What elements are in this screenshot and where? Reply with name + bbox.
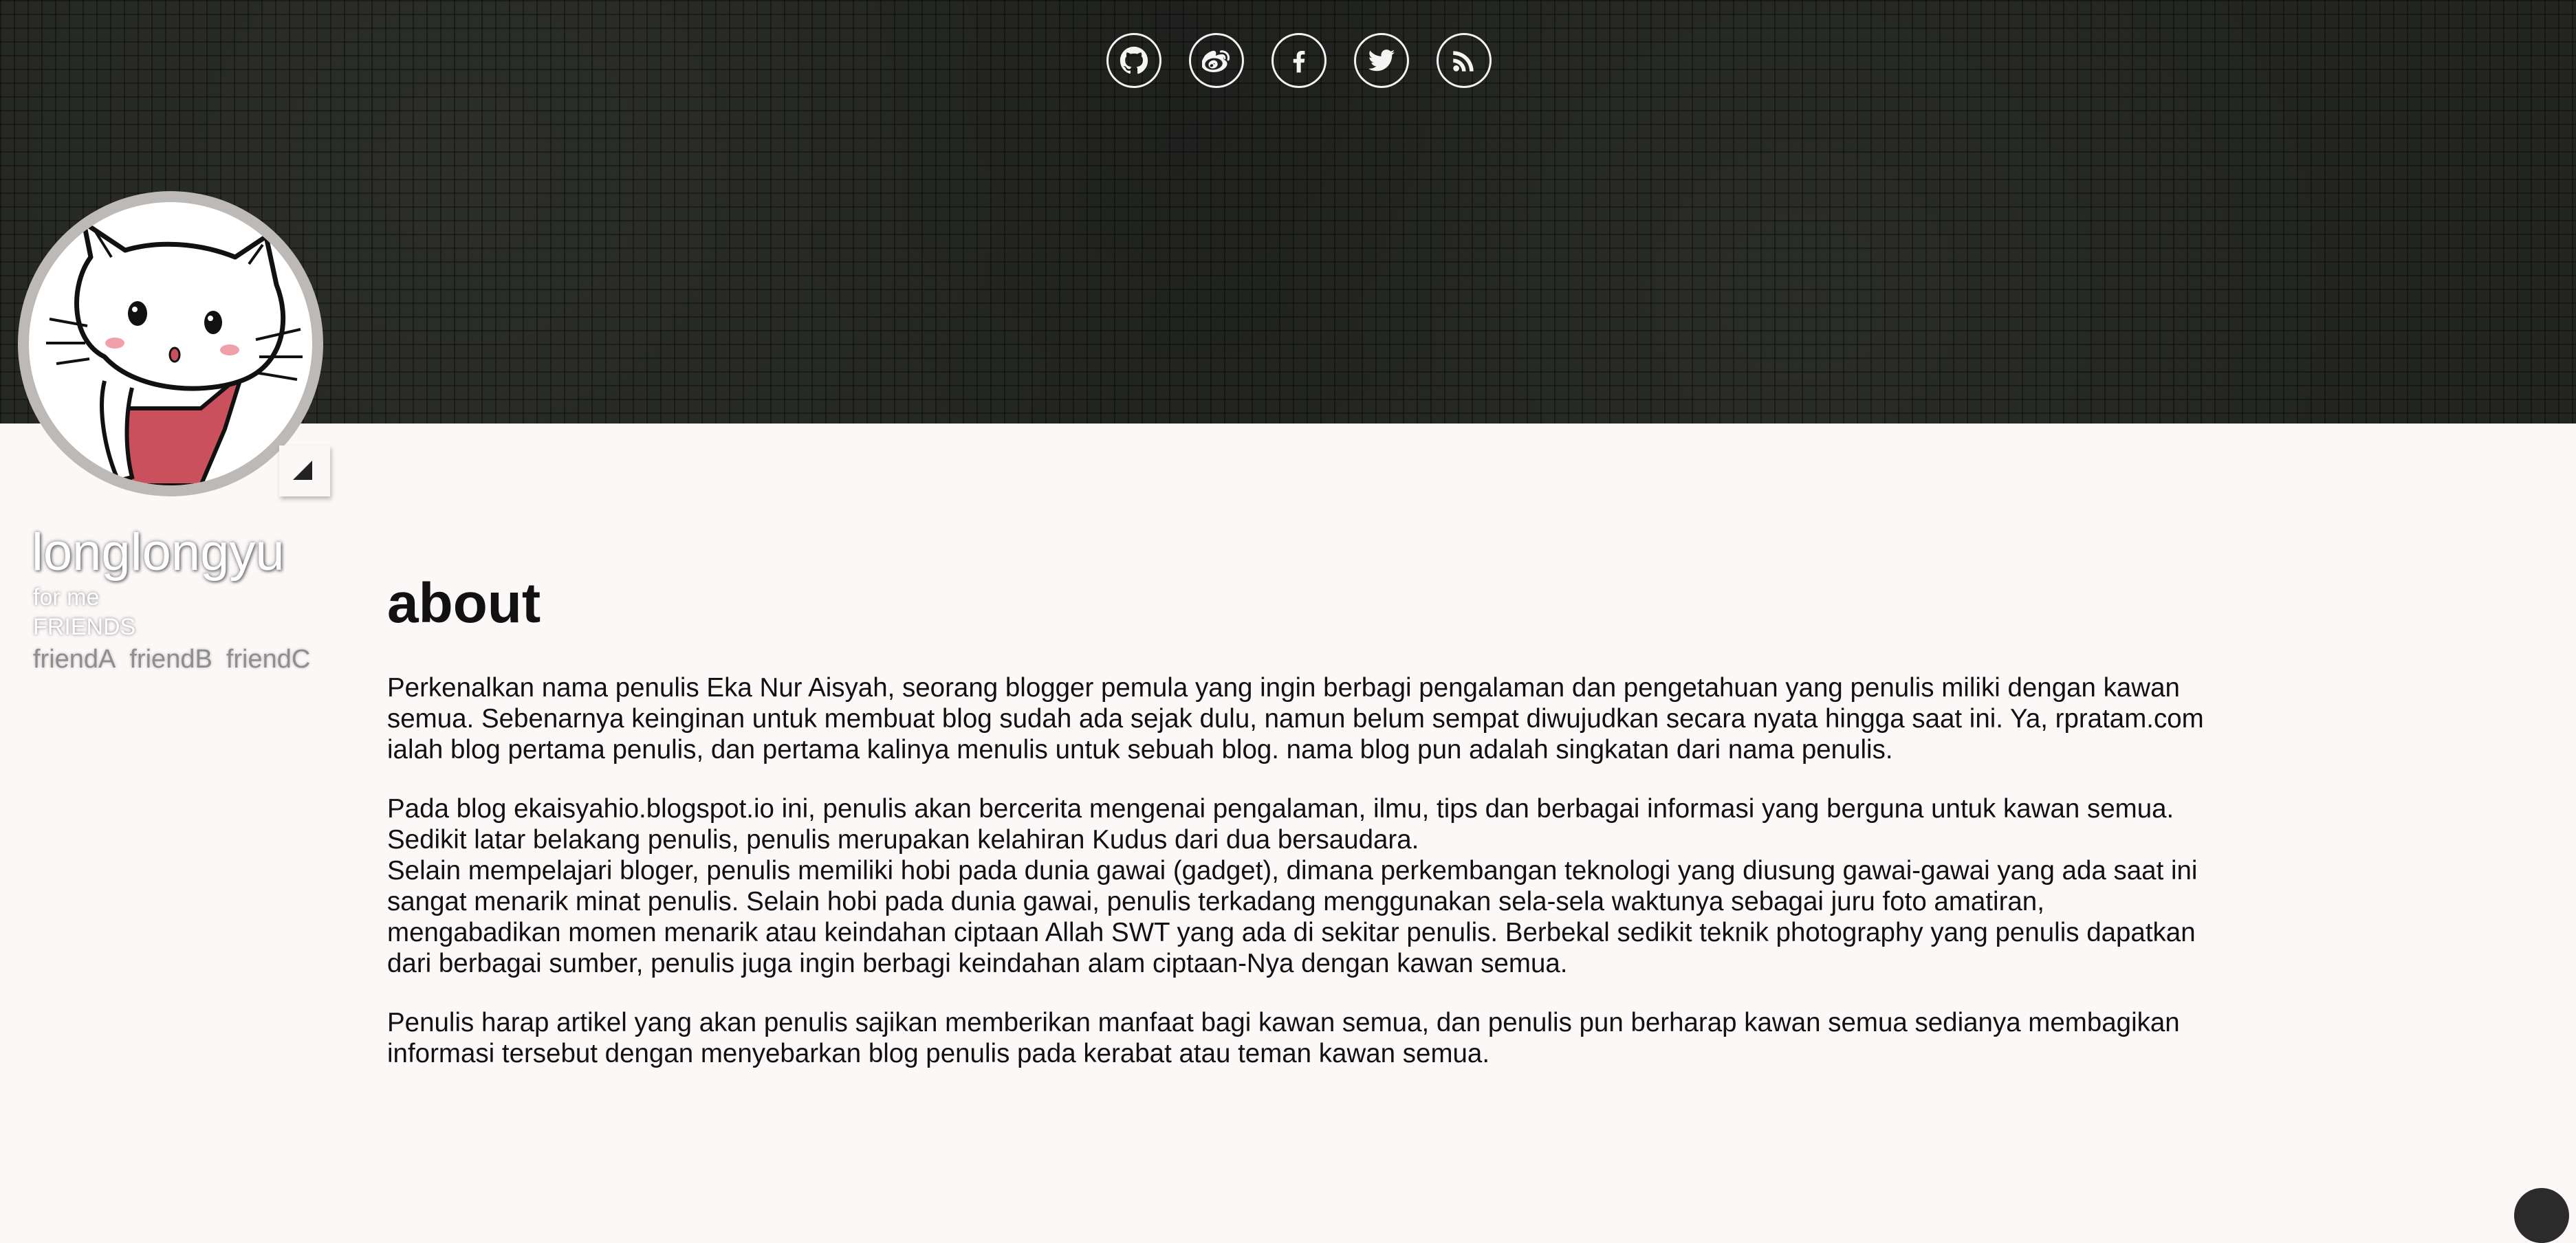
github-icon bbox=[1120, 46, 1148, 74]
github-link[interactable] bbox=[1106, 33, 1161, 88]
friend-link-a[interactable]: friendA bbox=[33, 645, 116, 674]
twitter-icon bbox=[1368, 50, 1395, 72]
cat-illustration bbox=[46, 220, 303, 485]
facebook-icon bbox=[1293, 51, 1305, 73]
social-links bbox=[1106, 33, 1492, 88]
rss-icon bbox=[1453, 51, 1474, 72]
corner-triangle-icon bbox=[293, 461, 312, 480]
friend-link-b[interactable]: friendB bbox=[129, 645, 212, 674]
friends-list: friendA friendB friendC bbox=[33, 645, 310, 674]
site-title[interactable]: longlongyu bbox=[32, 522, 285, 582]
paragraph-intro: Perkenalkan nama penulis Eka Nur Aisyah,… bbox=[387, 673, 2204, 764]
rss-link[interactable] bbox=[1437, 33, 1492, 88]
paragraph-hobby-text: Selain mempelajari bloger, penulis memil… bbox=[387, 856, 2198, 978]
page-title: about bbox=[387, 572, 541, 635]
avatar-corner-tab bbox=[279, 446, 330, 496]
weibo-icon bbox=[1202, 50, 1230, 72]
paragraph-background: Pada blog ekaisyahio.blogspot.io ini, pe… bbox=[387, 793, 2216, 979]
facebook-link[interactable] bbox=[1271, 33, 1327, 88]
friend-link-c[interactable]: friendC bbox=[226, 645, 311, 674]
paragraph-background-text: Pada blog ekaisyahio.blogspot.io ini, pe… bbox=[387, 794, 2174, 855]
scroll-top-button[interactable] bbox=[2514, 1188, 2569, 1243]
avatar[interactable] bbox=[18, 191, 330, 496]
paragraph-closing: Penulis harap artikel yang akan penulis … bbox=[387, 1008, 2180, 1068]
twitter-link[interactable] bbox=[1354, 33, 1409, 88]
avatar-image bbox=[29, 202, 312, 485]
weibo-link[interactable] bbox=[1189, 33, 1244, 88]
friends-heading: FRIENDS bbox=[33, 614, 136, 640]
main-content: about Perkenalkan nama penulis Eka Nur A… bbox=[387, 569, 2216, 1097]
site-subtitle: for me bbox=[33, 584, 100, 610]
